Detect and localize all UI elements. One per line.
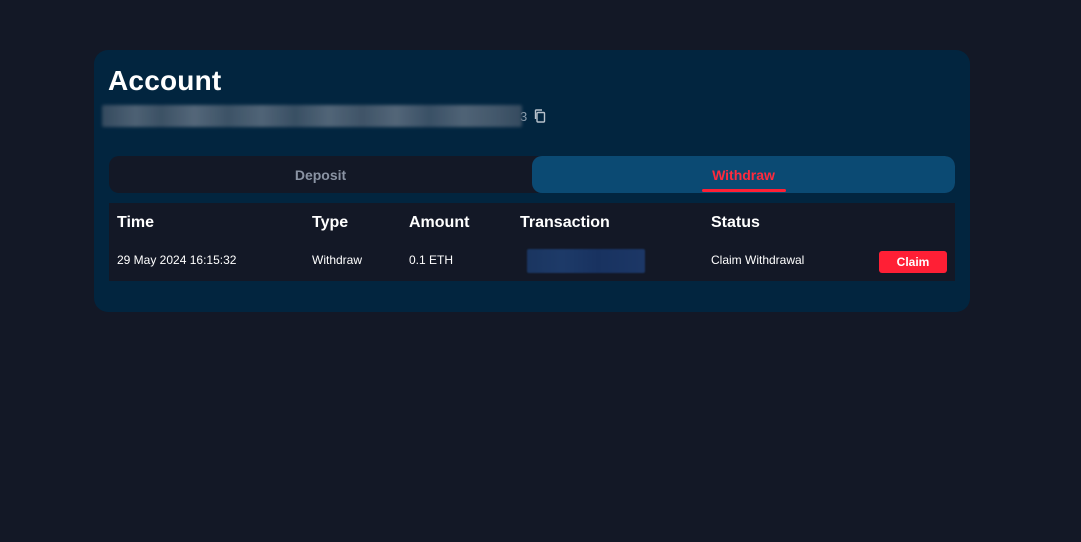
tab-deposit[interactable]: Deposit [109, 156, 532, 193]
page-title: Account [108, 65, 222, 96]
tab-bar: Deposit Withdraw [109, 156, 955, 193]
column-header-time: Time [117, 214, 155, 231]
row-transaction-redacted[interactable] [527, 249, 645, 273]
tab-deposit-label: Deposit [294, 166, 347, 183]
active-tab-indicator [701, 189, 786, 192]
row-type: Withdraw [312, 253, 363, 267]
wallet-address-redacted [102, 105, 522, 127]
tab-withdraw[interactable]: Withdraw [532, 156, 955, 193]
row-amount: 0.1 ETH [409, 253, 454, 267]
row-time: 29 May 2024 16:15:32 [117, 253, 237, 267]
row-status: Claim Withdrawal [711, 253, 805, 267]
column-header-amount: Amount [409, 214, 470, 231]
transactions-table: Time Type Amount Transaction Status 29 M… [109, 203, 955, 281]
column-header-type: Type [312, 214, 349, 231]
claim-button[interactable]: Claim [879, 251, 947, 273]
column-header-status: Status [711, 214, 760, 231]
wallet-address-row: 3 [102, 104, 548, 128]
account-card: Account 3 Deposit Withdraw Time Type Amo… [94, 50, 970, 312]
tab-withdraw-label: Withdraw [712, 166, 775, 183]
copy-icon[interactable] [532, 108, 548, 124]
column-header-transaction: Transaction [520, 214, 610, 231]
